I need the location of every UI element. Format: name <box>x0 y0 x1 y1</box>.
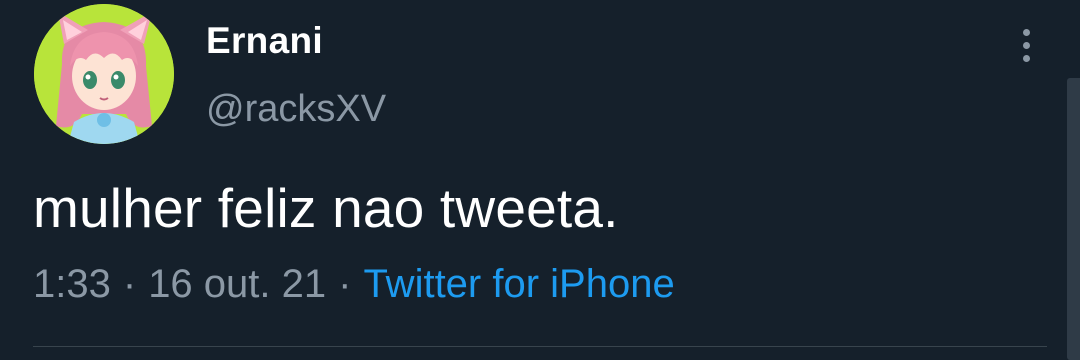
tweet-date[interactable]: 16 out. 21 <box>148 262 326 306</box>
tweet-metadata: 1:33 · 16 out. 21 · Twitter for iPhone <box>33 262 675 307</box>
display-name[interactable]: Ernani <box>206 20 323 62</box>
tweet-text: mulher feliz nao tweeta. <box>33 177 619 239</box>
separator: · <box>338 262 352 306</box>
tweet-time[interactable]: 1:33 <box>33 262 111 306</box>
anime-girl-avatar-icon <box>34 4 174 144</box>
divider <box>33 346 1047 347</box>
user-handle[interactable]: @racksXV <box>206 88 386 131</box>
avatar[interactable] <box>34 4 174 144</box>
tweet-detail: Ernani @racksXV mulher feliz nao tweeta.… <box>0 0 1080 360</box>
more-options-icon[interactable] <box>1008 22 1044 68</box>
separator: · <box>122 262 137 306</box>
tweet-source-link[interactable]: Twitter for iPhone <box>363 262 674 306</box>
scrollbar[interactable] <box>1067 78 1080 360</box>
